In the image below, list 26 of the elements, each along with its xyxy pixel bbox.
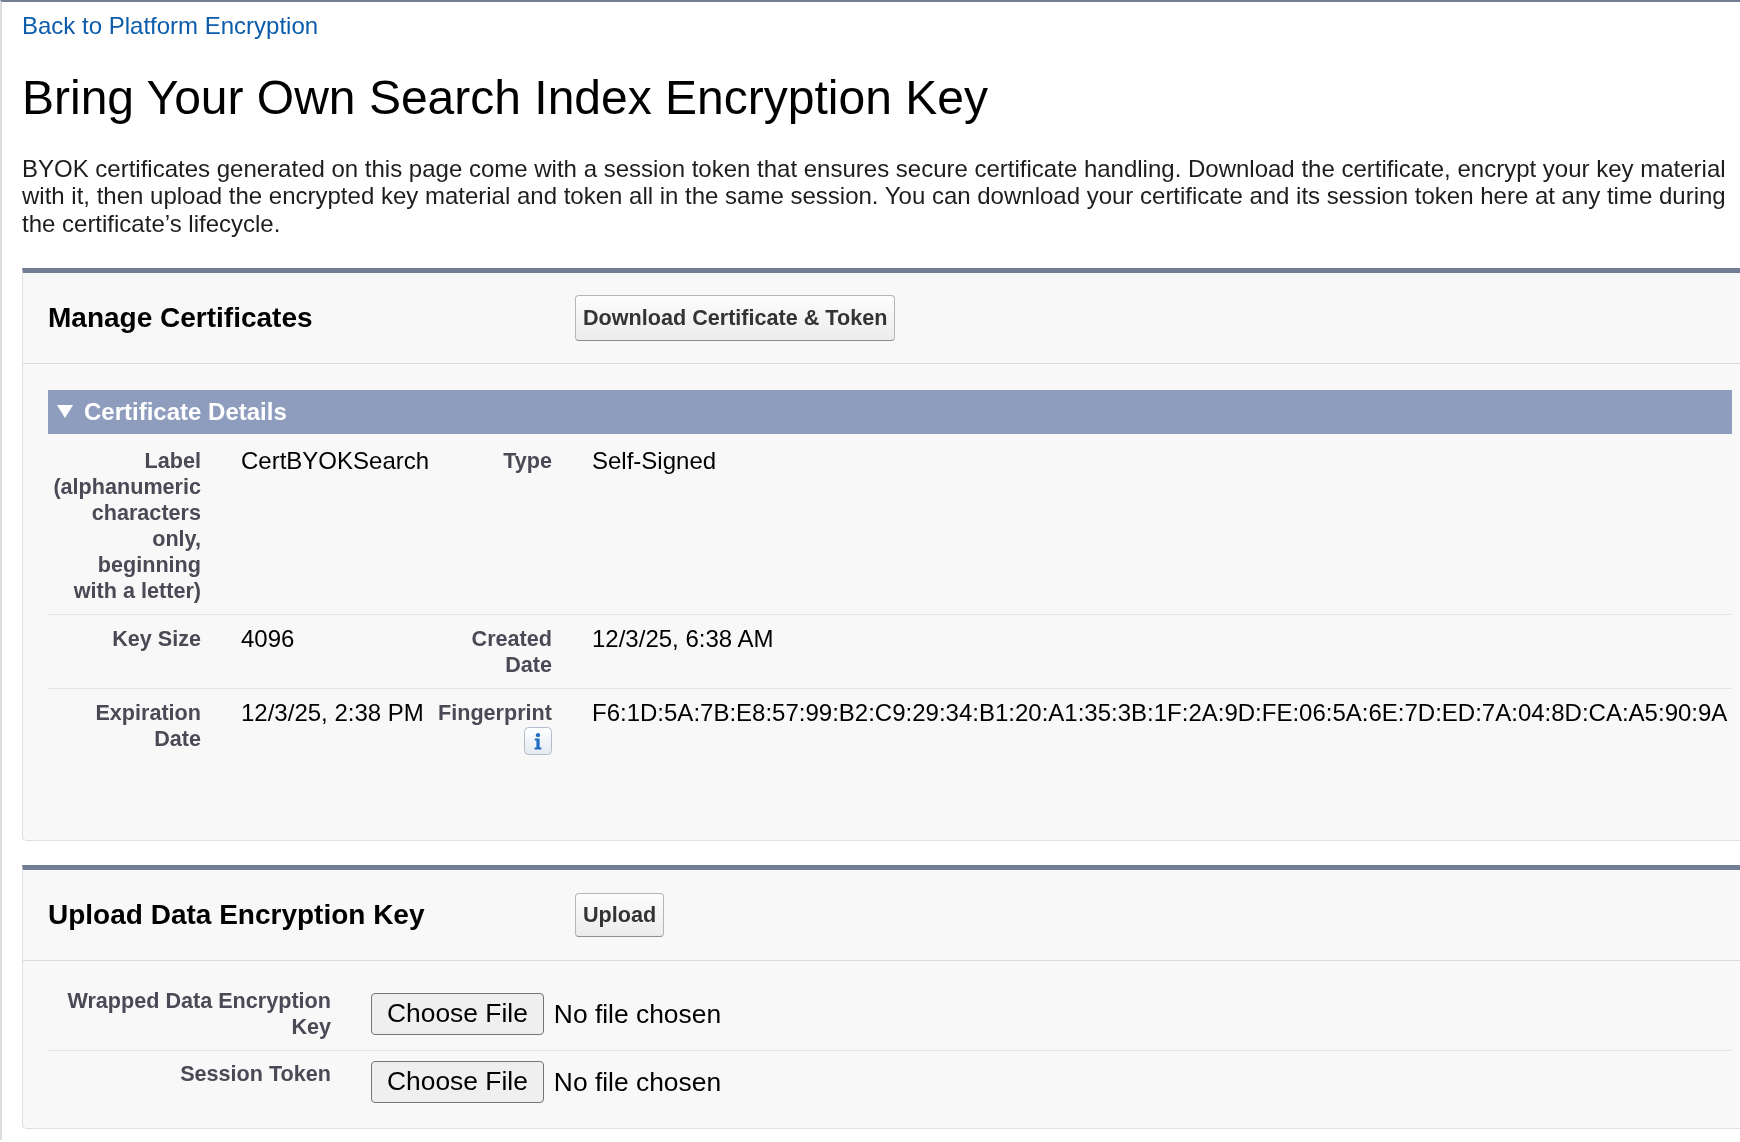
field-label: Type xyxy=(503,447,552,474)
panel-title: Upload Data Encryption Key xyxy=(48,898,426,931)
panel-title: Manage Certificates xyxy=(48,301,314,334)
choose-file-button[interactable]: Choose File xyxy=(371,992,544,1035)
file-status-text: No file chosen xyxy=(553,997,722,1031)
field-value: CertBYOKSearch xyxy=(240,447,428,476)
upload-button[interactable]: Upload xyxy=(575,892,665,937)
field-value: Self-Signed xyxy=(591,447,718,476)
field-value: 12/3/25, 6:38 AM xyxy=(591,625,775,654)
field-value: F6:1D:5A:7B:E8:57:99:B2:C9:29:34:B1:20:A1:35:3B:1F:2A:9D:FE:06:5A:6E:7D:ED:7A:04:8D:CA:A5:90:9A xyxy=(591,699,1729,728)
field-label: Session Token xyxy=(180,1060,331,1087)
field-label: Label (alphanumeric characters only, beginning with a letter) xyxy=(52,447,201,604)
download-button[interactable]: Download Certificate & Token xyxy=(575,294,896,341)
info-icon[interactable] xyxy=(524,727,552,756)
back-link[interactable]: Back to Platform Encryption xyxy=(22,11,319,40)
field-label: Key Size xyxy=(112,625,201,652)
field-label: Expiration Date xyxy=(94,699,201,752)
field-label: Wrapped Data Encryption Key xyxy=(66,987,331,1040)
field-value: 4096 xyxy=(240,625,296,654)
file-status-text: No file chosen xyxy=(553,1065,722,1099)
field-label: Created Date xyxy=(470,625,552,678)
choose-file-button[interactable]: Choose File xyxy=(371,1060,544,1103)
field-label: Fingerprint xyxy=(438,699,552,726)
field-value: 12/3/25, 2:38 PM xyxy=(240,699,425,728)
description-text: BYOK certificates generated on this page come with a session token that ensures secure certificate handling. Download the certificate, encrypt your key material with it, then upload the encrypted key material and token all in the same session. You can download your certificate and its session token here at any time during the certificate’s lifecycle. xyxy=(22,154,1727,238)
page-title: Bring Your Own Search Index Encryption Key xyxy=(22,69,989,126)
